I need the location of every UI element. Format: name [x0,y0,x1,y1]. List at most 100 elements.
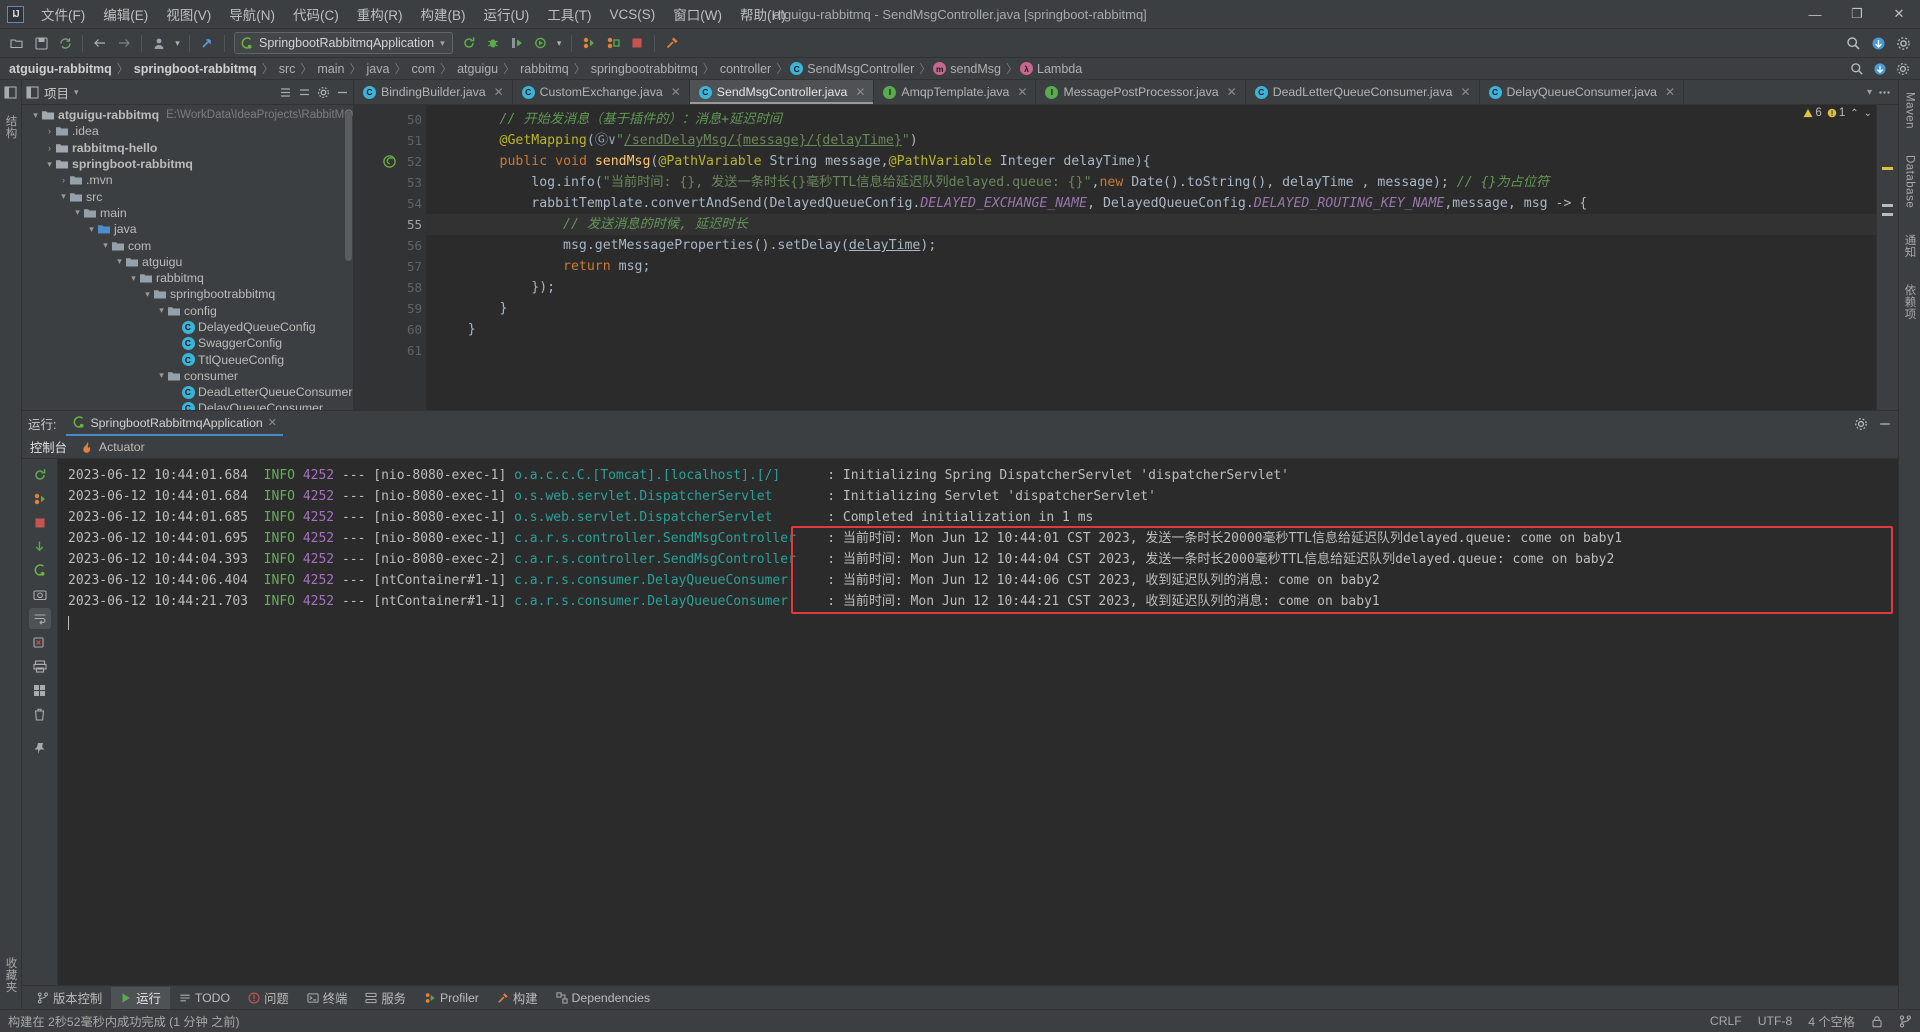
tree-item-main[interactable]: ▾ main [22,205,353,221]
pin-icon[interactable] [29,738,51,759]
menu-help[interactable]: 帮助(H) [731,0,795,28]
console-line-3[interactable]: 2023-06-12 10:44:01.695 INFO 4252 --- [n… [58,528,1898,549]
menu-view[interactable]: 视图(V) [157,0,220,28]
tree-item-java[interactable]: ▾ java [22,221,353,237]
console-line-1[interactable]: 2023-06-12 10:44:01.684 INFO 4252 --- [n… [58,486,1898,507]
chevron-down-icon-2[interactable]: ▾ [554,33,565,54]
trash-icon[interactable] [29,704,51,725]
bottom-tool--[interactable]: 问题 [239,987,298,1009]
menu-run[interactable]: 运行(U) [475,0,539,28]
tree-twisty[interactable]: ▾ [30,110,41,121]
tree-item-springboot-rabbitmq[interactable]: ▾ springboot-rabbitmq [22,156,353,172]
breadcrumb-item-9[interactable]: controller [717,62,774,76]
gutter-line-52[interactable]: 52⌄ [354,151,439,172]
tree-item-config[interactable]: ▾ config [22,303,353,319]
camera-icon[interactable] [29,584,51,605]
close-icon[interactable]: ✕ [855,85,865,99]
code-line-57[interactable]: return msg; [426,256,1898,277]
code-line-51[interactable]: @GetMapping(Ⓖ∨"/sendDelayMsg/{message}/{… [426,130,1898,151]
tree-item-atguigu[interactable]: ▾ atguigu [22,254,353,270]
tab-actuator[interactable]: Actuator [81,440,145,454]
editor-tab-bar[interactable]: C BindingBuilder.java ✕ C CustomExchange.jav… [354,80,1898,105]
menu-code[interactable]: 代码(C) [284,0,348,28]
print-icon[interactable] [29,656,51,677]
prev-problem-icon[interactable]: ⌃ [1850,108,1858,119]
console-caret-line[interactable] [58,612,1898,633]
menu-file[interactable]: 文件(F) [32,0,94,28]
menu-build[interactable]: 构建(B) [412,0,475,28]
tree-twisty[interactable]: › [44,143,55,153]
next-problem-icon[interactable]: ⌄ [1864,108,1872,119]
grid-icon[interactable] [29,680,51,701]
lock-icon[interactable] [1871,1015,1883,1028]
menu-tools[interactable]: 工具(T) [538,0,600,28]
gutter-line-53[interactable]: 53 [354,172,426,193]
minimize-button[interactable]: — [1794,0,1836,28]
chevron-down-icon-3[interactable]: ▾ [74,87,79,98]
tab-console[interactable]: 控制台 [30,438,67,456]
save-icon[interactable] [30,33,52,54]
sync-icon[interactable] [54,33,76,54]
console-line-6[interactable]: 2023-06-12 10:44:21.703 INFO 4252 --- [n… [58,591,1898,612]
tree-twisty[interactable]: ▾ [44,159,55,170]
warning-count-group[interactable]: 6 [1803,107,1822,119]
tree-twisty[interactable]: ▾ [128,273,139,284]
gutter-line-61[interactable]: 61 [354,340,426,361]
tree-item-consumer[interactable]: ▾ consumer [22,368,353,384]
debug-icon[interactable] [482,33,504,54]
error-count-group[interactable]: 1 [1827,107,1845,119]
editor-error-stripe[interactable] [1876,105,1898,410]
menu-navigate[interactable]: 导航(N) [220,0,284,28]
breadcrumb-item-12[interactable]: Lambda [1034,62,1085,76]
back-arrow-icon[interactable] [89,33,111,54]
code-line-61[interactable] [426,340,1898,361]
spring-bean-gutter-icon[interactable] [382,155,397,168]
console-line-4[interactable]: 2023-06-12 10:44:04.393 INFO 4252 --- [n… [58,549,1898,570]
bottom-tool-dependencies[interactable]: Dependencies [547,989,660,1007]
sidebar-item-favorites[interactable]: 收藏夹 [0,951,22,999]
run-tab-springboot-app[interactable]: SpringbootRabbitmqApplication ✕ [66,412,283,436]
expand-all-icon[interactable] [279,86,292,99]
profiler-run-icon[interactable] [578,33,600,54]
sidebar-item-structure[interactable]: 结构 [0,109,22,145]
gutter-line-57[interactable]: 57 [354,256,426,277]
bottom-tool--[interactable]: 构建 [488,987,547,1009]
code-line-55[interactable]: // 发送消息的时候, 延迟时长 [426,214,1898,235]
bottom-tool-todo[interactable]: TODO [170,989,239,1007]
tree-twisty[interactable]: ▾ [156,305,167,316]
tree-twisty[interactable]: ▾ [86,224,97,235]
rerun-icon[interactable] [29,464,51,485]
minimize-icon[interactable] [1878,417,1892,431]
hammer-build-icon[interactable] [661,33,683,54]
breadcrumb-item-3[interactable]: main [314,62,347,76]
code-line-56[interactable]: msg.getMessageProperties().setDelay(dela… [426,235,1898,256]
profile-icon[interactable] [148,33,170,54]
menu-window[interactable]: 窗口(W) [664,0,731,28]
tree-twisty[interactable]: › [44,126,55,136]
breadcrumb-item-2[interactable]: src [276,62,299,76]
soft-wrap-icon[interactable] [28,608,51,629]
sidebar-item-database[interactable]: Database [1901,149,1919,214]
tree-twisty[interactable]: › [58,175,69,185]
tree-item-delayedqueueconfig[interactable]: C DelayedQueueConfig [22,319,353,335]
bottom-tool--[interactable]: 服务 [356,987,415,1009]
run-to-cursor-icon[interactable] [506,33,528,54]
close-icon[interactable]: ✕ [268,416,277,429]
tree-item-deadletterqueueconsumer[interactable]: C DeadLetterQueueConsumer [22,384,353,400]
console-line-2[interactable]: 2023-06-12 10:44:01.685 INFO 4252 --- [n… [58,507,1898,528]
breadcrumb-item-7[interactable]: rabbitmq [517,62,572,76]
forward-arrow-icon[interactable] [113,33,135,54]
tree-twisty[interactable]: ▾ [114,256,125,267]
gutter-line-59[interactable]: 59⌄ [354,298,439,319]
tree-item--idea[interactable]: › .idea [22,123,353,139]
editor-tab-messagepostprocessor[interactable]: I MessagePostProcessor.java ✕ [1036,80,1246,104]
bottom-tool-profiler[interactable]: Profiler [415,989,488,1007]
menu-edit[interactable]: 编辑(E) [94,0,157,28]
close-icon[interactable]: ✕ [1460,85,1470,99]
console-line-5[interactable]: 2023-06-12 10:44:06.404 INFO 4252 --- [n… [58,570,1898,591]
close-icon[interactable]: ✕ [1227,85,1237,99]
tree-twisty[interactable]: ▾ [100,240,111,251]
line-separator[interactable]: CRLF [1710,1014,1742,1028]
close-button[interactable]: ✕ [1878,0,1920,28]
breadcrumb-item-0[interactable]: atguigu-rabbitmq [6,62,115,76]
